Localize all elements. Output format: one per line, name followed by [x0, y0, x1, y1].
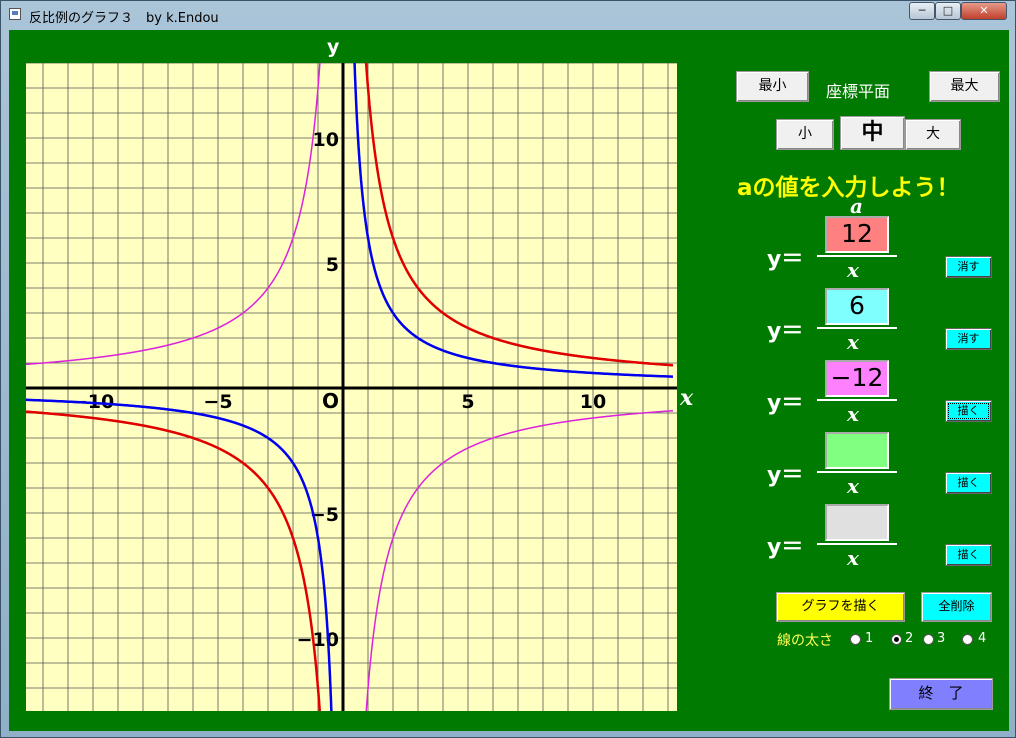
eq3-x-denominator: x: [847, 402, 859, 426]
plane-title: 座標平面: [826, 82, 891, 101]
eq3-fraction-line: [817, 399, 897, 401]
line-width-option-3: 3: [937, 631, 946, 646]
origin-label: O: [322, 389, 339, 413]
eq2-fraction-line: [817, 327, 897, 329]
curve-2: [26, 398, 333, 711]
curve-3: [365, 409, 674, 711]
eq4-a-input[interactable]: [825, 432, 889, 469]
eq4-x-denominator: x: [847, 474, 859, 498]
eq2-a-input[interactable]: 6: [825, 288, 889, 325]
eq1-fraction-line: [817, 255, 897, 257]
eq1-a-input[interactable]: 12: [825, 216, 889, 253]
line-width-label: 線の太さ: [777, 633, 833, 649]
eq3-a-input[interactable]: −12: [825, 360, 889, 397]
eq5-y-label: y＝: [767, 535, 804, 560]
end-button[interactable]: 終 了: [889, 678, 993, 710]
curve-3: [26, 63, 321, 366]
clear-all-button[interactable]: 全削除: [921, 592, 992, 622]
line-width-option-2: 2: [905, 631, 914, 646]
x-tick-label: 5: [461, 391, 474, 413]
eq1-x-denominator: x: [847, 258, 859, 282]
medium-size-button[interactable]: 中: [840, 116, 905, 150]
eq5-draw-button[interactable]: 描く: [945, 544, 992, 566]
y-tick-label: 5: [326, 254, 339, 276]
curve-2: [353, 63, 673, 378]
close-button[interactable]: ✕: [961, 2, 1007, 20]
eq4-fraction-line: [817, 471, 897, 473]
graph-plane[interactable]: −10 −5 5 10 10 5 −5 −10 O: [26, 63, 677, 711]
line-width-radio-1[interactable]: [850, 634, 861, 645]
line-width-radio-3[interactable]: [923, 634, 934, 645]
y-tick-label: −10: [297, 629, 339, 651]
small-size-button[interactable]: 小: [776, 119, 834, 150]
app-icon: [9, 8, 21, 20]
minimize-button[interactable]: ─: [909, 2, 935, 20]
line-width-option-1: 1: [865, 631, 874, 646]
eq3-y-label: y＝: [767, 391, 804, 416]
y-axis-label: y: [327, 36, 340, 58]
max-plane-button[interactable]: 最大: [929, 71, 1000, 102]
large-size-button[interactable]: 大: [905, 119, 961, 150]
app-window: 反比例のグラフ３ by k.Endou ─ □ ✕ y x −10 −5 5 10 10…: [0, 0, 1016, 738]
form-client-area: y x −10 −5 5 10 10 5 −5 −10 O 最小 座標平面 最大 小 中 大 a…: [9, 30, 1009, 731]
curve-1: [26, 410, 321, 711]
eq2-y-label: y＝: [767, 319, 804, 344]
eq2-erase-button[interactable]: 消す: [945, 328, 992, 350]
x-tick-label: 10: [580, 391, 606, 413]
draw-graph-button[interactable]: グラフを描く: [776, 592, 905, 622]
eq5-fraction-line: [817, 543, 897, 545]
eq4-y-label: y＝: [767, 463, 804, 488]
curve-1: [364, 63, 674, 367]
y-tick-label: 10: [313, 129, 339, 151]
eq5-a-input[interactable]: [825, 504, 889, 541]
title-bar[interactable]: 反比例のグラフ３ by k.Endou ─ □ ✕: [1, 1, 1015, 29]
maximize-button[interactable]: □: [935, 2, 961, 20]
input-prompt: aの値を入力しよう！: [737, 175, 960, 201]
window-title: 反比例のグラフ３ by k.Endou: [29, 11, 219, 26]
eq2-x-denominator: x: [847, 330, 859, 354]
eq1-erase-button[interactable]: 消す: [945, 256, 992, 278]
min-plane-button[interactable]: 最小: [736, 71, 809, 102]
graph-canvas: −10 −5 5 10105−5−10O: [26, 63, 677, 711]
line-width-option-4: 4: [978, 631, 987, 646]
x-axis-label: x: [680, 385, 694, 411]
eq3-draw-button[interactable]: 描く: [945, 400, 992, 422]
eq1-y-label: y＝: [767, 247, 804, 272]
line-width-radio-4[interactable]: [962, 634, 973, 645]
line-width-radio-2[interactable]: [891, 634, 902, 645]
a-label: a: [850, 194, 863, 218]
eq5-x-denominator: x: [847, 546, 859, 570]
eq4-draw-button[interactable]: 描く: [945, 472, 992, 494]
x-tick-label: −5: [203, 391, 232, 413]
